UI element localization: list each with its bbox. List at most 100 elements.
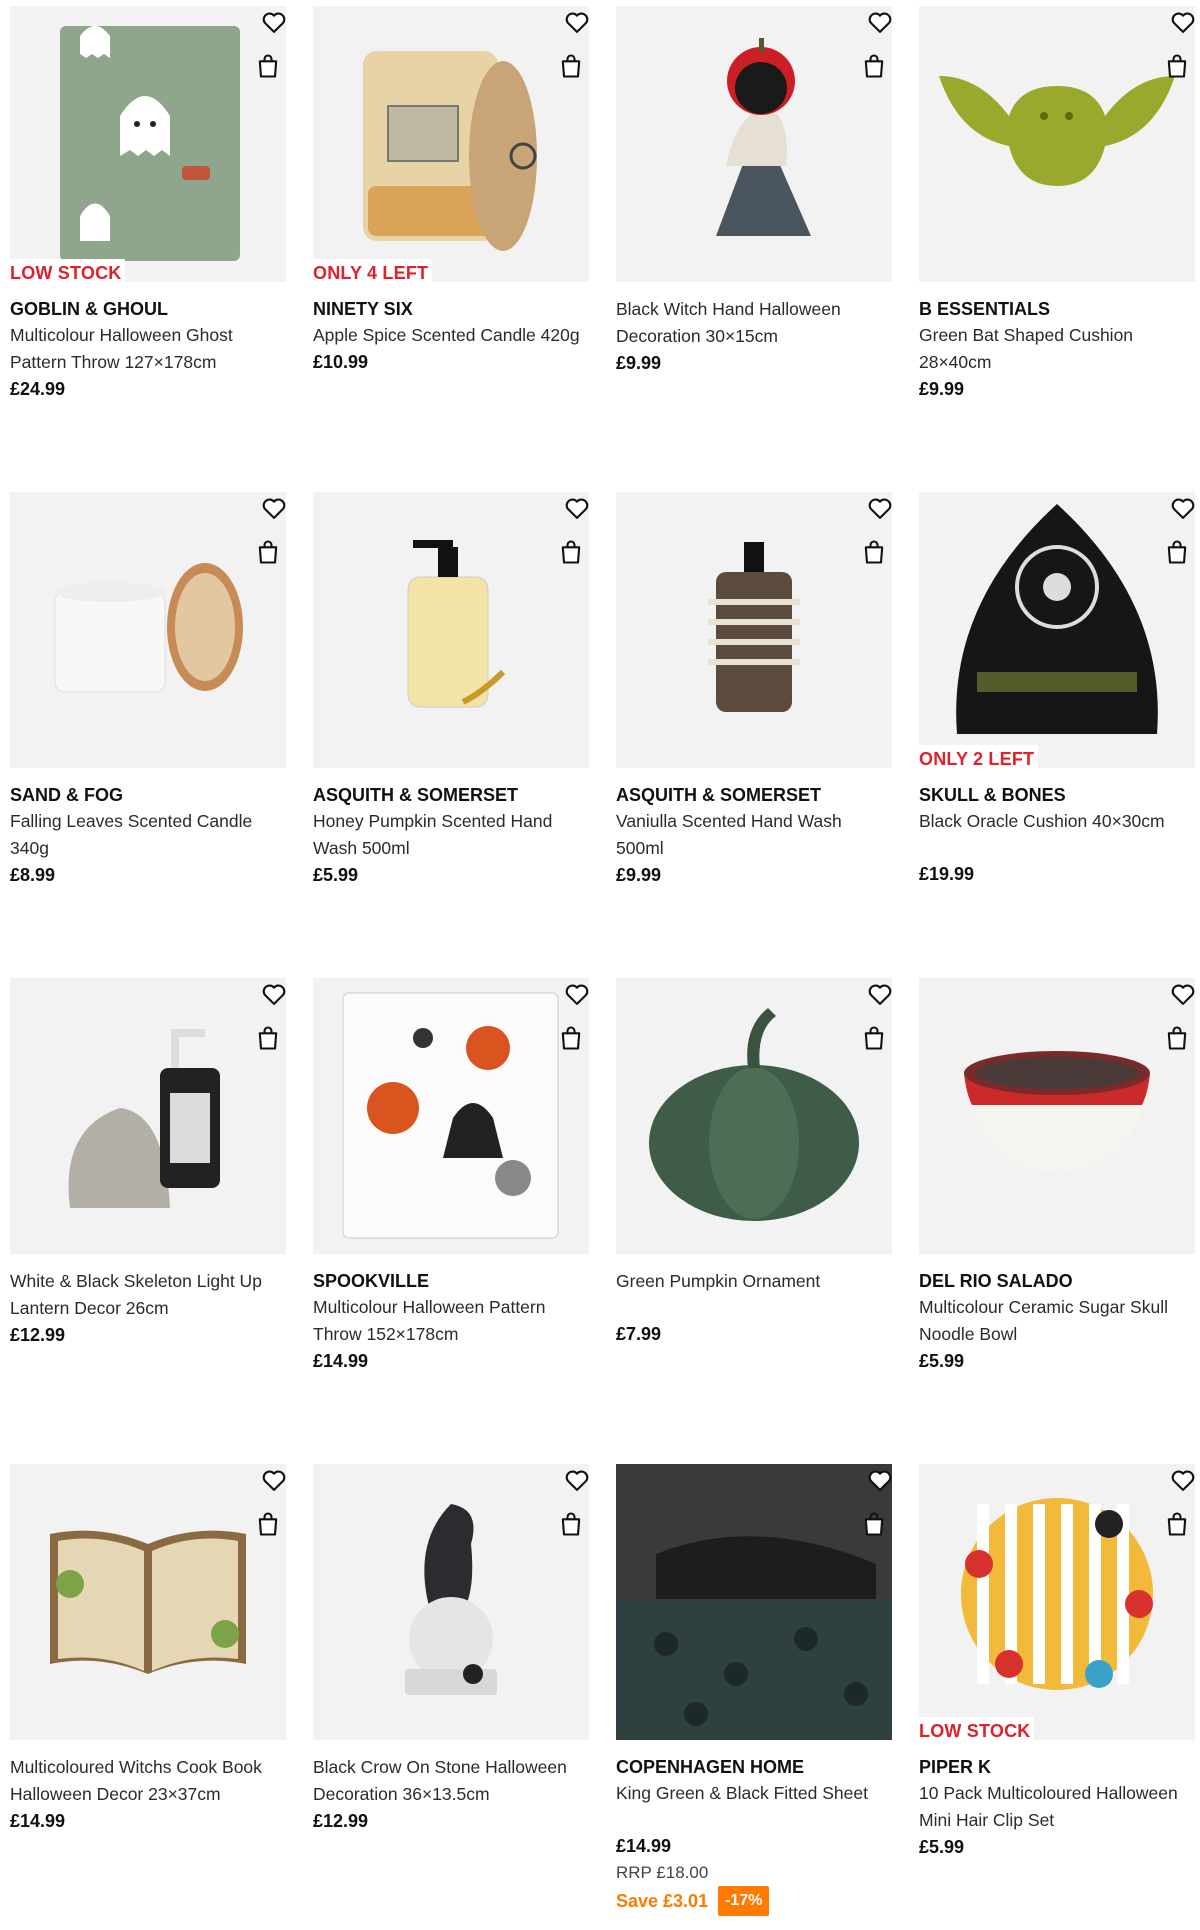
heart-outline-icon[interactable] (864, 978, 896, 1010)
heart-outline-icon[interactable] (864, 6, 896, 38)
shopping-bag-icon[interactable] (858, 50, 890, 82)
product-image[interactable] (616, 492, 892, 768)
product-card[interactable]: ASQUITH & SOMERSET Honey Pumpkin Scented… (313, 492, 589, 978)
product-brand[interactable]: SAND & FOG (10, 782, 286, 808)
shopping-bag-icon[interactable] (1161, 50, 1193, 82)
product-card[interactable]: ASQUITH & SOMERSET Vaniulla Scented Hand… (616, 492, 892, 978)
product-card[interactable]: Multicoloured Witchs Cook Book Halloween… (10, 1464, 286, 1920)
product-card[interactable]: LOW STOCK PIPER K 10 Pack Multicoloured … (919, 1464, 1195, 1920)
product-title[interactable]: Black Crow On Stone Halloween Decoration… (313, 1754, 589, 1808)
heart-outline-icon[interactable] (864, 1464, 896, 1496)
hair-clip-set-image (919, 1464, 1195, 1740)
shopping-bag-icon[interactable] (858, 1022, 890, 1054)
product-image[interactable]: ONLY 2 LEFT (919, 492, 1195, 768)
product-card[interactable]: DEL RIO SALADO Multicolour Ceramic Sugar… (919, 978, 1195, 1464)
product-title[interactable]: King Green & Black Fitted Sheet (616, 1780, 892, 1807)
product-title[interactable]: Green Bat Shaped Cushion 28×40cm (919, 322, 1195, 376)
product-title[interactable]: Multicoloured Witchs Cook Book Halloween… (10, 1754, 286, 1808)
product-title[interactable]: Black Witch Hand Halloween Decoration 30… (616, 296, 892, 350)
product-title[interactable]: Vaniulla Scented Hand Wash 500ml (616, 808, 892, 862)
product-title[interactable]: White & Black Skeleton Light Up Lantern … (10, 1268, 286, 1322)
heart-outline-icon[interactable] (1167, 492, 1199, 524)
heart-outline-icon[interactable] (561, 6, 593, 38)
shopping-bag-icon[interactable] (555, 1508, 587, 1540)
shopping-bag-icon[interactable] (1161, 536, 1193, 568)
shopping-bag-icon[interactable] (858, 536, 890, 568)
heart-outline-icon[interactable] (1167, 1464, 1199, 1496)
saving-amount: Save £3.01 (616, 1891, 709, 1911)
heart-outline-icon[interactable] (1167, 978, 1199, 1010)
product-image[interactable]: LOW STOCK (919, 1464, 1195, 1740)
heart-outline-icon[interactable] (258, 1464, 290, 1496)
shopping-bag-icon[interactable] (555, 50, 587, 82)
shopping-bag-icon[interactable] (1161, 1022, 1193, 1054)
product-title[interactable]: Green Pumpkin Ornament (616, 1268, 892, 1295)
shopping-bag-icon[interactable] (858, 1508, 890, 1540)
product-title[interactable]: Black Oracle Cushion 40×30cm (919, 808, 1195, 835)
shopping-bag-icon[interactable] (555, 1022, 587, 1054)
product-image[interactable] (313, 1464, 589, 1740)
product-card[interactable]: B ESSENTIALS Green Bat Shaped Cushion 28… (919, 6, 1195, 492)
product-brand[interactable]: B ESSENTIALS (919, 296, 1195, 322)
product-image[interactable] (919, 6, 1195, 282)
product-title[interactable]: Falling Leaves Scented Candle 340g (10, 808, 286, 862)
product-price: £14.99 (10, 1811, 66, 1831)
product-price: £5.99 (919, 1837, 965, 1857)
product-card[interactable]: ONLY 2 LEFT SKULL & BONES Black Oracle C… (919, 492, 1195, 978)
product-image[interactable] (10, 492, 286, 768)
halloween-throw-image (313, 978, 589, 1254)
product-card[interactable]: SPOOKVILLE Multicolour Halloween Pattern… (313, 978, 589, 1464)
product-card[interactable]: Black Witch Hand Halloween Decoration 30… (616, 6, 892, 492)
product-card[interactable]: LOW STOCK GOBLIN & GHOUL Multicolour Hal… (10, 6, 286, 492)
fitted-sheet-image (616, 1464, 892, 1740)
product-image[interactable] (313, 978, 589, 1254)
heart-outline-icon[interactable] (258, 978, 290, 1010)
product-title[interactable]: 10 Pack Multicoloured Halloween Mini Hai… (919, 1780, 1195, 1834)
product-brand[interactable]: ASQUITH & SOMERSET (616, 782, 892, 808)
product-image[interactable]: LOW STOCK (10, 6, 286, 282)
product-image[interactable]: ONLY 4 LEFT (313, 6, 589, 282)
product-brand[interactable]: SPOOKVILLE (313, 1268, 589, 1294)
shopping-bag-icon[interactable] (252, 1022, 284, 1054)
shopping-bag-icon[interactable] (252, 536, 284, 568)
product-image[interactable] (616, 978, 892, 1254)
skeleton-hand-wash-image (616, 492, 892, 768)
product-brand[interactable]: PIPER K (919, 1754, 1195, 1780)
product-brand[interactable]: GOBLIN & GHOUL (10, 296, 286, 322)
product-brand[interactable]: DEL RIO SALADO (919, 1268, 1195, 1294)
shopping-bag-icon[interactable] (252, 50, 284, 82)
product-image[interactable] (919, 978, 1195, 1254)
product-image[interactable] (616, 1464, 892, 1740)
product-card[interactable]: Green Pumpkin Ornament £7.99 (616, 978, 892, 1464)
product-brand[interactable]: ASQUITH & SOMERSET (313, 782, 589, 808)
witch-cook-book-image (10, 1464, 286, 1740)
product-image[interactable] (10, 978, 286, 1254)
product-title[interactable]: Apple Spice Scented Candle 420g (313, 322, 589, 349)
product-image[interactable] (10, 1464, 286, 1740)
product-title[interactable]: Multicolour Halloween Pattern Throw 152×… (313, 1294, 589, 1348)
product-brand[interactable]: NINETY SIX (313, 296, 589, 322)
heart-outline-icon[interactable] (561, 978, 593, 1010)
heart-outline-icon[interactable] (561, 1464, 593, 1496)
product-card[interactable]: SAND & FOG Falling Leaves Scented Candle… (10, 492, 286, 978)
product-image[interactable] (616, 6, 892, 282)
product-card[interactable]: Black Crow On Stone Halloween Decoration… (313, 1464, 589, 1920)
heart-outline-icon[interactable] (864, 492, 896, 524)
shopping-bag-icon[interactable] (555, 536, 587, 568)
heart-outline-icon[interactable] (561, 492, 593, 524)
product-title[interactable]: Honey Pumpkin Scented Hand Wash 500ml (313, 808, 589, 862)
product-brand[interactable]: COPENHAGEN HOME (616, 1754, 892, 1780)
product-card[interactable]: ONLY 4 LEFT NINETY SIX Apple Spice Scent… (313, 6, 589, 492)
shopping-bag-icon[interactable] (252, 1508, 284, 1540)
heart-outline-icon[interactable] (258, 6, 290, 38)
heart-outline-icon[interactable] (258, 492, 290, 524)
product-image[interactable] (313, 492, 589, 768)
product-title[interactable]: Multicolour Halloween Ghost Pattern Thro… (10, 322, 286, 376)
product-brand[interactable]: SKULL & BONES (919, 782, 1195, 808)
heart-outline-icon[interactable] (1167, 6, 1199, 38)
product-card[interactable]: White & Black Skeleton Light Up Lantern … (10, 978, 286, 1464)
product-title[interactable]: Multicolour Ceramic Sugar Skull Noodle B… (919, 1294, 1195, 1348)
product-price: £12.99 (10, 1325, 66, 1345)
product-card[interactable]: COPENHAGEN HOME King Green & Black Fitte… (616, 1464, 892, 1920)
shopping-bag-icon[interactable] (1161, 1508, 1193, 1540)
